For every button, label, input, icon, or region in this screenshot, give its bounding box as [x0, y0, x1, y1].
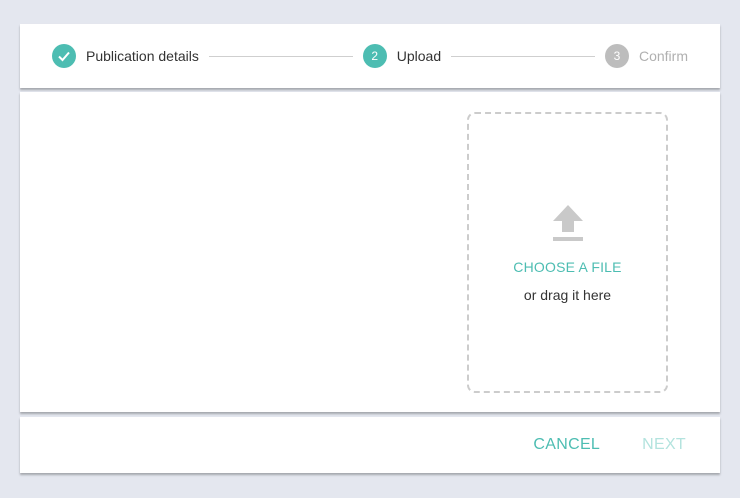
action-bar: CANCEL NEXT [533, 417, 686, 473]
step-label: Confirm [638, 48, 688, 64]
step-complete-circle [52, 44, 76, 68]
stepper: Publication details 2 Upload 3 Confirm [52, 24, 688, 88]
step-label: Publication details [86, 48, 199, 64]
cancel-button[interactable]: CANCEL [533, 436, 600, 454]
next-button[interactable]: NEXT [642, 436, 686, 454]
step-upload: 2 Upload [362, 44, 442, 68]
file-dropzone[interactable]: CHOOSE A FILE or drag it here [467, 112, 668, 393]
stepper-card: Publication details 2 Upload 3 Confirm [20, 24, 720, 88]
step-confirm: 3 Confirm [604, 44, 688, 68]
checkmark-icon [58, 51, 70, 62]
choose-file-link[interactable]: CHOOSE A FILE [513, 259, 621, 275]
step-label: Upload [396, 48, 442, 64]
step-connector [451, 55, 595, 57]
step-number-circle: 3 [604, 44, 629, 68]
drag-hint: or drag it here [523, 286, 612, 303]
step-connector [208, 55, 353, 57]
step-publication-details: Publication details [52, 44, 199, 68]
upload-icon [552, 204, 583, 241]
actions-card: CANCEL NEXT [20, 417, 720, 473]
step-number-circle: 2 [362, 44, 387, 68]
upload-content-card: CHOOSE A FILE or drag it here [20, 92, 720, 412]
